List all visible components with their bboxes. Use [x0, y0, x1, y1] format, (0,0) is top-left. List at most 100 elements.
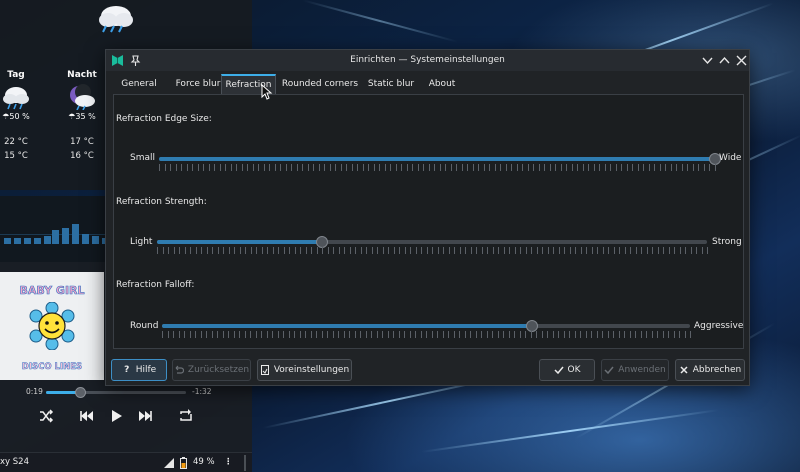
- slider-tick: [174, 247, 175, 254]
- slider-tick: [311, 247, 312, 254]
- slider-tick: [522, 164, 523, 171]
- slider-tick: [536, 331, 537, 338]
- shuffle-icon[interactable]: [38, 408, 54, 424]
- slider-tick: [580, 331, 581, 338]
- slider-tick: [168, 331, 169, 338]
- slider-tick: [471, 247, 472, 254]
- slider-tick: [663, 331, 664, 338]
- slider-tick: [456, 164, 457, 171]
- window-titlebar[interactable]: Einrichten — Systemeinstellungen: [106, 50, 749, 71]
- tab-about[interactable]: About: [426, 74, 458, 94]
- slider-tick: [322, 331, 323, 338]
- window-title: Einrichten — Systemeinstellungen: [350, 55, 505, 65]
- slider-tick: [668, 331, 669, 338]
- apply-button[interactable]: Anwenden: [601, 359, 669, 381]
- slider-tick: [443, 247, 444, 254]
- slider-tick: [190, 247, 191, 254]
- night-cloudy-icon: [70, 84, 95, 110]
- progress-handle[interactable]: [74, 387, 86, 398]
- slider-tick: [467, 164, 468, 171]
- slider-tick: [564, 331, 565, 338]
- slider-tick: [616, 164, 617, 171]
- slider-tick: [704, 164, 705, 171]
- slider-tick: [335, 164, 336, 171]
- defaults-button-label: Voreinstellungen: [273, 365, 350, 375]
- slider-tick: [317, 247, 318, 254]
- slider-tick: [316, 331, 317, 338]
- help-button[interactable]: ? Hilfe: [111, 359, 167, 381]
- slider-tick: [300, 331, 301, 338]
- slider-tick: [360, 331, 361, 338]
- next-track-icon[interactable]: [138, 408, 154, 424]
- slider-fill: [159, 157, 715, 161]
- slider-tick: [511, 164, 512, 171]
- slider-tick: [698, 164, 699, 171]
- slider-tick: [218, 247, 219, 254]
- slider-tick: [261, 331, 262, 338]
- slider-tick: [481, 331, 482, 338]
- slider-tick: [599, 164, 600, 171]
- kebab-menu-icon[interactable]: ⋮: [224, 457, 233, 467]
- defaults-button[interactable]: Voreinstellungen: [257, 359, 352, 381]
- slider-tick: [349, 331, 350, 338]
- slider-tick: [234, 247, 235, 254]
- tab-general[interactable]: General: [114, 74, 164, 94]
- slider-tick: [272, 331, 273, 338]
- repeat-icon[interactable]: [178, 408, 194, 424]
- tab-force-blur[interactable]: Force blur: [169, 74, 227, 94]
- close-icon[interactable]: [734, 53, 749, 68]
- play-icon[interactable]: [108, 408, 124, 424]
- slider-tick: [264, 164, 265, 171]
- slider-tick: [372, 247, 373, 254]
- tab-rounded-corners[interactable]: Rounded corners: [280, 74, 360, 94]
- slider-tick: [449, 247, 450, 254]
- tab-static-blur[interactable]: Static blur: [366, 74, 416, 94]
- slider-tick: [283, 331, 284, 338]
- slider-tick: [531, 331, 532, 338]
- chevron-up-icon[interactable]: [717, 53, 732, 68]
- slider-tick: [437, 331, 438, 338]
- slider-tick: [196, 247, 197, 254]
- slider-tick: [305, 331, 306, 338]
- slider-tick: [520, 247, 521, 254]
- slider-tick: [267, 247, 268, 254]
- device-name: xy S24: [0, 457, 29, 467]
- cloudy-rain-icon: [3, 87, 29, 110]
- slider-tick: [247, 164, 248, 171]
- falloff-slider[interactable]: [162, 320, 690, 332]
- album-art: BABY GIRL DISCO LINES: [0, 272, 104, 380]
- undo-icon: [175, 365, 184, 374]
- slider-tick: [319, 164, 320, 171]
- slider-tick: [548, 247, 549, 254]
- slider-tick: [427, 247, 428, 254]
- cancel-button[interactable]: Abbrechen: [675, 359, 745, 381]
- slider-tick: [214, 164, 215, 171]
- strength-slider[interactable]: [157, 236, 707, 248]
- question-icon: ?: [124, 365, 130, 375]
- slider-tick: [350, 247, 351, 254]
- slider-tick: [454, 247, 455, 254]
- ok-button[interactable]: OK: [539, 359, 595, 381]
- chevron-down-icon[interactable]: [700, 53, 715, 68]
- media-progress[interactable]: 0:19 -1:32: [26, 386, 216, 398]
- slider-tick: [253, 164, 254, 171]
- previous-track-icon[interactable]: [78, 408, 94, 424]
- slider-tick: [520, 331, 521, 338]
- slider-tick: [291, 164, 292, 171]
- slider-tick: [558, 331, 559, 338]
- slider-tick: [671, 164, 672, 171]
- slider-tick: [258, 164, 259, 171]
- slider-tick: [157, 247, 158, 254]
- slider-tick: [588, 164, 589, 171]
- slider-tick: [654, 164, 655, 171]
- slider-tick: [553, 247, 554, 254]
- slider-tick: [421, 247, 422, 254]
- slider-tick: [583, 164, 584, 171]
- reset-button[interactable]: Zurücksetzen: [172, 359, 251, 381]
- slider-tick: [388, 247, 389, 254]
- slider-tick: [377, 331, 378, 338]
- edge-size-slider[interactable]: [159, 153, 721, 165]
- slider-tick: [313, 164, 314, 171]
- progress-track[interactable]: [46, 387, 186, 398]
- slider-tick: [275, 164, 276, 171]
